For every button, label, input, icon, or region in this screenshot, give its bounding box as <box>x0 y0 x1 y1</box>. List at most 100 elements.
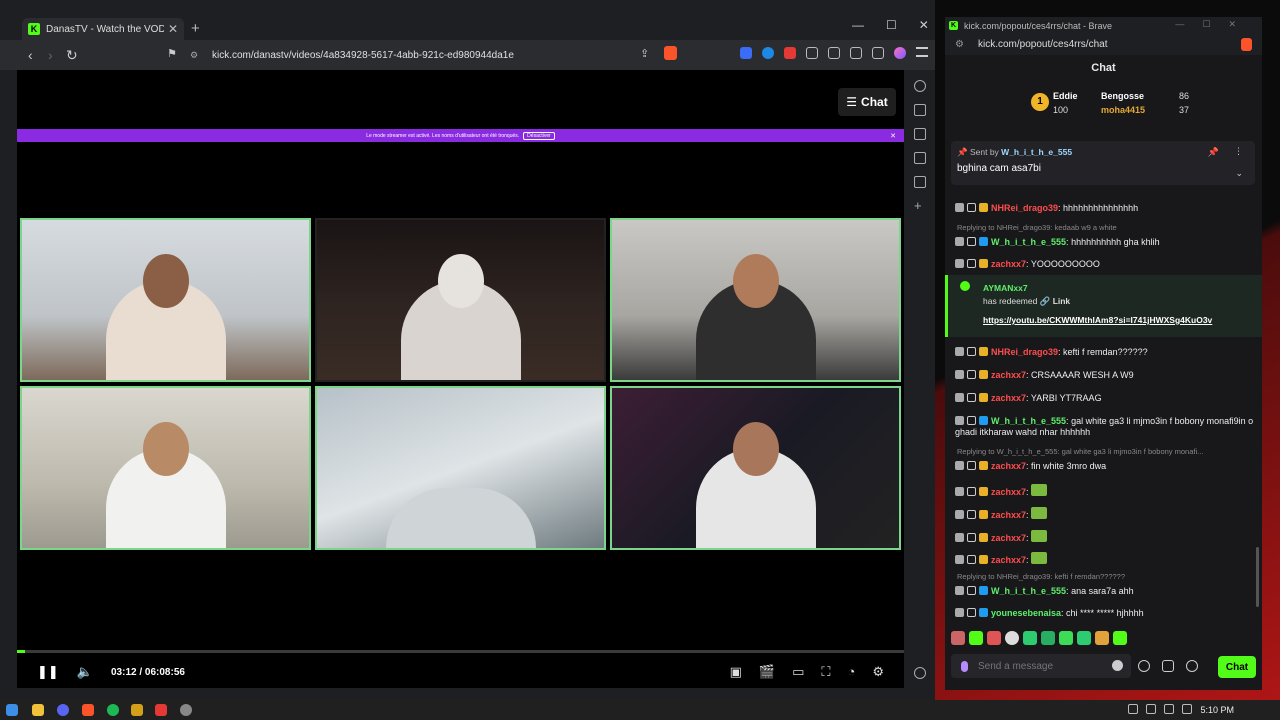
address-bar[interactable]: ⚙ kick.com/danastv/videos/4a834928-5617-… <box>190 45 685 65</box>
chat-input[interactable] <box>978 660 1098 672</box>
chat-username[interactable]: NHRei_drago39 <box>991 203 1058 213</box>
file-explorer-icon[interactable] <box>32 704 44 716</box>
tray-chevron-icon[interactable] <box>1128 704 1138 714</box>
minimize-icon[interactable]: — <box>852 18 864 32</box>
pause-icon[interactable]: ❚❚ <box>37 664 59 680</box>
chat-message[interactable]: zachxx7: CRSAAAAR WESH A W9 <box>955 370 1255 381</box>
chat-username[interactable]: zachxx7 <box>991 259 1026 269</box>
leo-icon[interactable] <box>872 47 884 59</box>
media-icon[interactable] <box>850 47 862 59</box>
seek-bar[interactable] <box>17 650 904 653</box>
pinned-sender-name[interactable]: W_h_i_t_h_e_555 <box>1001 147 1072 157</box>
tab-close-icon[interactable]: ✕ <box>168 22 178 36</box>
reply-context[interactable]: Replying to W_h_i_t_h_e_555: gal white g… <box>957 447 1203 456</box>
app-icon[interactable] <box>131 704 143 716</box>
chat-message[interactable]: W_h_i_t_h_e_555: gal white ga3 li mjmo3i… <box>955 416 1255 438</box>
extension-icon[interactable] <box>762 47 774 59</box>
fullscreen-icon[interactable]: ⛶ <box>821 664 830 680</box>
reload-icon[interactable]: ↻ <box>66 47 78 64</box>
profile-icon[interactable] <box>894 47 906 59</box>
chat-message[interactable]: zachxx7: <box>955 530 1255 544</box>
leaderboard-third-name[interactable]: moha4415 <box>1101 105 1145 115</box>
clip-icon[interactable]: 🎬 <box>759 664 775 680</box>
maximize-icon[interactable]: ☐ <box>886 18 897 32</box>
store-icon[interactable] <box>1162 660 1174 672</box>
discord-icon[interactable] <box>57 704 69 716</box>
chat-toggle-button[interactable]: ☰ Chat <box>838 88 896 116</box>
site-info-icon[interactable]: ⚙ <box>955 39 964 50</box>
emote-icon[interactable] <box>951 631 965 645</box>
miniplayer-icon[interactable]: ▣ <box>730 664 742 680</box>
emote-icon[interactable] <box>1041 631 1055 645</box>
chat-username[interactable]: NHRei_drago39 <box>991 347 1058 357</box>
emote-icon[interactable] <box>1005 631 1019 645</box>
chat-username[interactable]: zachxx7 <box>991 393 1026 403</box>
chat-username[interactable]: W_h_i_t_h_e_555 <box>991 237 1066 247</box>
emote-icon[interactable] <box>1059 631 1073 645</box>
forward-icon[interactable]: › <box>48 47 53 63</box>
network-icon[interactable] <box>1146 704 1156 714</box>
app-icon[interactable] <box>155 704 167 716</box>
volume-icon[interactable]: 🔈 <box>77 664 93 680</box>
panel-settings-icon[interactable] <box>914 667 926 679</box>
sidebar-icon[interactable] <box>828 47 840 59</box>
chat-settings-icon[interactable] <box>1186 660 1198 672</box>
chat-message[interactable]: zachxx7: YOOOOOOOOO <box>955 259 1255 270</box>
send-chat-button[interactable]: Chat <box>1218 656 1256 678</box>
volume-icon[interactable] <box>1164 704 1174 714</box>
pinned-message[interactable]: 📌 Sent by W_h_i_t_h_e_555 bghina cam asa… <box>951 141 1255 185</box>
chat-message[interactable]: younesebenaisa: chi **** ***** hjhhhh <box>955 608 1255 619</box>
channel-points-icon[interactable] <box>1138 660 1150 672</box>
reading-list-icon[interactable] <box>914 176 926 188</box>
chevron-down-icon[interactable]: ⌄ <box>1235 168 1243 179</box>
news-icon[interactable] <box>914 104 926 116</box>
chat-username[interactable]: zachxx7 <box>991 533 1026 543</box>
chat-message[interactable]: NHRei_drago39: hhhhhhhhhhhhhhh <box>955 203 1255 214</box>
chat-username[interactable]: zachxx7 <box>991 370 1026 380</box>
redeem-link[interactable]: https://youtu.be/CKWWMthlAm8?si=I741jHWX… <box>983 315 1212 325</box>
menu-icon[interactable] <box>916 47 928 57</box>
chat-message[interactable]: W_h_i_t_h_e_555: ana sara7a ahh <box>955 586 1255 597</box>
chat-message[interactable]: NHRei_drago39: kefti f remdan?????? <box>955 347 1255 358</box>
popout-address-bar[interactable]: ⚙ kick.com/popout/ces4rrs/chat <box>945 34 1262 55</box>
bookmarks-icon[interactable] <box>914 152 926 164</box>
chat-username[interactable]: zachxx7 <box>991 555 1026 565</box>
emote-icon[interactable] <box>1095 631 1109 645</box>
leaderboard-first-name[interactable]: Eddie <box>1053 91 1078 101</box>
chat-message[interactable]: zachxx7: YARBI YT7RAAG <box>955 393 1255 404</box>
app-icon[interactable] <box>180 704 192 716</box>
emote-icon[interactable] <box>1077 631 1091 645</box>
chat-username[interactable]: W_h_i_t_h_e_555 <box>991 586 1066 596</box>
chat-message[interactable]: zachxx7: <box>955 552 1255 566</box>
back-icon[interactable]: ‹ <box>28 47 33 63</box>
video-player[interactable]: ☰ Chat Le mode streamer est activé. Les … <box>17 70 904 688</box>
chat-message[interactable]: W_h_i_t_h_e_555: hhhhhhhhhh gha khlih <box>955 237 1255 248</box>
emote-icon[interactable] <box>987 631 1001 645</box>
site-info-icon[interactable]: ⚙ <box>190 50 204 61</box>
more-options-icon[interactable]: ⋮ <box>1234 146 1243 157</box>
chat-username[interactable]: zachxx7 <box>991 510 1026 520</box>
extension-icon[interactable] <box>740 47 752 59</box>
speed-icon[interactable]: ◔ <box>847 664 855 680</box>
chat-message[interactable]: zachxx7: fin white 3mro dwa <box>955 461 1255 472</box>
bookmark-icon[interactable]: ⚑ <box>167 47 177 60</box>
chat-input-box[interactable] <box>951 654 1131 678</box>
leaderboard-second-name[interactable]: Bengosse <box>1101 91 1144 101</box>
redeem-user[interactable]: AYMANxx7 <box>983 283 1028 293</box>
close-window-icon[interactable]: ✕ <box>919 18 929 32</box>
banner-disable-button[interactable]: Désactiver <box>523 131 555 140</box>
banner-close-icon[interactable]: ✕ <box>890 132 896 140</box>
popout-window-controls[interactable]: —☐✕ <box>1175 19 1254 30</box>
mic-icon[interactable] <box>961 660 968 672</box>
puzzle-icon[interactable] <box>806 47 818 59</box>
emoji-icon[interactable] <box>1112 660 1123 671</box>
reply-context[interactable]: Replying to NHRei_drago39: kedaab w9 a w… <box>957 223 1117 232</box>
unpin-icon[interactable]: 📌 <box>1208 147 1219 158</box>
battery-icon[interactable] <box>1182 704 1192 714</box>
chat-message[interactable]: zachxx7: <box>955 507 1255 521</box>
chat-username[interactable]: younesebenaisa <box>991 608 1061 618</box>
brave-icon[interactable] <box>82 704 94 716</box>
chat-username[interactable]: W_h_i_t_h_e_555 <box>991 416 1066 426</box>
chat-username[interactable]: zachxx7 <box>991 461 1026 471</box>
new-tab-icon[interactable]: + <box>191 20 200 37</box>
